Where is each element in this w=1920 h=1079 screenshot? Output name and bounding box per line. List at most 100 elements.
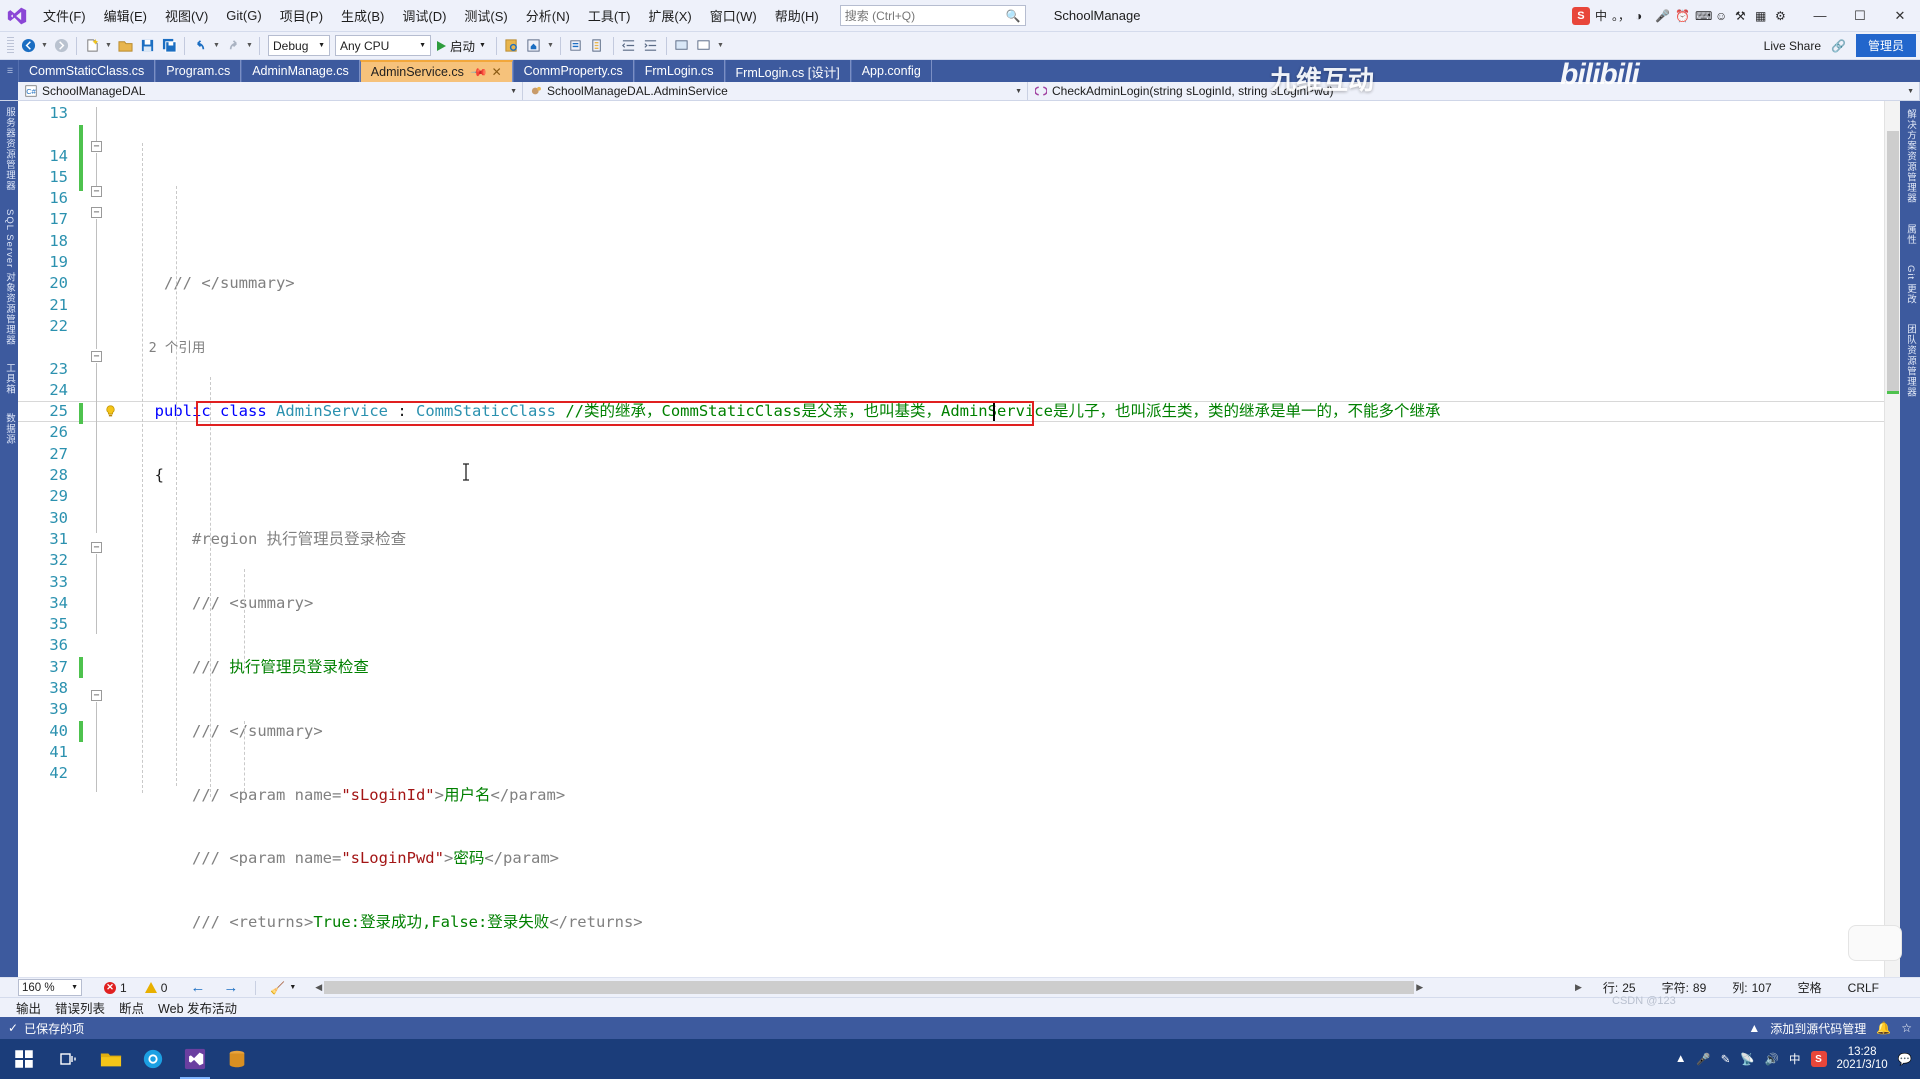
solution-explorer-icon[interactable] (565, 35, 587, 57)
tab-program[interactable]: Program.cs (155, 60, 242, 82)
outdent-icon[interactable] (618, 35, 640, 57)
undo-dropdown-icon[interactable]: ▼ (211, 42, 222, 49)
tab-frmlogin[interactable]: FrmLogin.cs (633, 60, 725, 82)
navigate-back-icon[interactable] (17, 35, 39, 57)
indentation-indicator[interactable]: 空格 (1785, 979, 1835, 996)
tab-commstaticclass[interactable]: CommStaticClass.cs (18, 60, 156, 82)
scrollbar-thumb[interactable] (1887, 131, 1899, 391)
live-share-icon[interactable]: 🔗 (1831, 39, 1846, 53)
panel-tab-web-publish[interactable]: Web 发布活动 (158, 998, 237, 1017)
pin-icon[interactable]: 📌 (469, 63, 488, 81)
task-view-button[interactable] (48, 1039, 90, 1079)
editor-horizontal-scrollbar[interactable]: ◀ ▶ (315, 981, 1423, 994)
ime-mode-label[interactable]: 中 (1595, 7, 1607, 24)
outlining-margin[interactable]: − − − − − − (86, 101, 108, 977)
navbar-member-select[interactable]: CheckAdminLogin(string sLoginId, string … (1028, 82, 1920, 100)
tray-pen-icon[interactable]: ✎ (1721, 1052, 1731, 1066)
start-debug-button[interactable]: 启动 ▼ (431, 36, 492, 55)
sqlserver-taskbar-button[interactable] (216, 1039, 258, 1079)
code-line-ref-2[interactable]: 1 个引用 (108, 976, 1900, 977)
visual-studio-taskbar-button[interactable] (174, 1039, 216, 1079)
menu-project[interactable]: 项目(P) (271, 0, 332, 31)
browser-button[interactable] (132, 1039, 174, 1079)
menu-window[interactable]: 窗口(W) (701, 0, 766, 31)
code-editor[interactable]: 13 14 15 16 17 18 19 20 21 22 23 24 25 2… (18, 101, 1900, 977)
menu-view[interactable]: 视图(V) (156, 0, 217, 31)
navigate-forward-icon[interactable] (50, 35, 72, 57)
solution-platform-select[interactable]: Any CPU ▼ (335, 35, 431, 56)
navigate-back-dropdown-icon[interactable]: ▼ (39, 42, 50, 49)
menu-edit[interactable]: 编辑(E) (95, 0, 156, 31)
code-surface[interactable]: 13 14 15 16 17 18 19 20 21 22 23 24 25 2… (18, 101, 1900, 977)
outline-collapse-method[interactable]: − (91, 351, 102, 362)
taskbar-clock[interactable]: 13:28 2021/3/10 (1837, 1046, 1888, 1072)
maximize-button[interactable]: ☐ (1840, 0, 1880, 31)
ime-grid-icon[interactable]: ▦ (1755, 9, 1770, 23)
ime-tool-icon[interactable]: ⚒ (1735, 9, 1750, 23)
menu-build[interactable]: 生成(B) (332, 0, 393, 31)
tray-mic-icon[interactable]: 🎤 (1696, 1052, 1710, 1066)
hscroll-thumb[interactable] (324, 981, 1415, 994)
tab-commproperty[interactable]: CommProperty.cs (512, 60, 634, 82)
source-control-arrow-icon[interactable]: ▲ (1748, 1021, 1760, 1035)
save-icon[interactable] (136, 35, 158, 57)
notifications-bell-icon[interactable]: 🔔 (1876, 1021, 1891, 1035)
undo-icon[interactable] (189, 35, 211, 57)
warning-count-indicator[interactable]: 0 (136, 981, 177, 995)
navbar-project-select[interactable]: C# SchoolManageDAL ▼ (18, 82, 523, 100)
file-explorer-button[interactable] (90, 1039, 132, 1079)
save-all-icon[interactable] (158, 35, 180, 57)
rail-git-changes[interactable]: Git 更改 (1903, 265, 1917, 305)
panel-tab-breakpoints[interactable]: 断点 (119, 998, 144, 1017)
manage-button[interactable]: 管理员 (1855, 34, 1916, 57)
tab-appconfig[interactable]: App.config (850, 60, 932, 82)
tab-adminmanage[interactable]: AdminManage.cs (241, 60, 360, 82)
panel-tab-output[interactable]: 输出 (16, 998, 41, 1017)
outline-collapse-summary[interactable]: − (91, 207, 102, 218)
ime-punct-label[interactable]: 。， (1612, 7, 1630, 24)
feedback-icon[interactable]: ☆ (1901, 1021, 1912, 1035)
notification-center-icon[interactable]: 💬 (1898, 1052, 1912, 1066)
rail-sql-object-explorer[interactable]: SQL Server 对象资源管理器 (2, 209, 16, 345)
preview-selected-items-icon[interactable] (501, 35, 523, 57)
zoom-level-select[interactable]: 160 % ▼ (18, 979, 82, 996)
start-menu-button[interactable] (0, 1039, 48, 1079)
tray-network-icon[interactable]: 📡 (1740, 1052, 1754, 1066)
ime-clock-icon[interactable]: ⏰ (1675, 9, 1690, 23)
menu-extensions[interactable]: 扩展(X) (639, 0, 700, 31)
tray-sogou-icon[interactable]: S (1810, 1051, 1827, 1067)
next-issue-button[interactable]: → (214, 979, 247, 996)
indent-icon[interactable] (640, 35, 662, 57)
tray-lang-icon[interactable]: 中 (1789, 1051, 1801, 1067)
solution-configuration-select[interactable]: Debug ▼ (268, 35, 330, 56)
redo-dropdown-icon[interactable]: ▼ (244, 42, 255, 49)
tray-expand-icon[interactable]: ▲ (1675, 1053, 1686, 1065)
live-share-label[interactable]: Live Share (1764, 39, 1821, 53)
menu-debug[interactable]: 调试(D) (393, 0, 455, 31)
ime-emoji-icon[interactable]: ☺ (1715, 9, 1730, 23)
status-overflow-icon[interactable]: ▶ (1575, 982, 1590, 993)
line-ending-indicator[interactable]: CRLF (1835, 981, 1892, 995)
menu-file[interactable]: 文件(F) (34, 0, 95, 31)
new-project-dropdown-icon[interactable]: ▼ (103, 42, 114, 49)
tab-frmlogin-designer[interactable]: FrmLogin.cs [设计] (724, 60, 851, 82)
rail-data-sources[interactable]: 数据源 (2, 413, 16, 445)
scroll-left-icon[interactable]: ◀ (315, 982, 322, 993)
close-icon[interactable]: ✕ (492, 65, 502, 79)
tray-volume-icon[interactable]: 🔊 (1765, 1052, 1779, 1066)
minimize-button[interactable]: — (1800, 0, 1840, 31)
add-to-source-control-label[interactable]: 添加到源代码管理 (1770, 1020, 1866, 1037)
prev-issue-button[interactable]: ← (176, 979, 214, 996)
panel-tab-error-list[interactable]: 错误列表 (55, 998, 105, 1017)
menu-analyze[interactable]: 分析(N) (517, 0, 579, 31)
ime-settings-icon[interactable]: ⚙ (1775, 9, 1790, 23)
toolbar-overflow-icon[interactable]: ▼ (715, 42, 726, 49)
error-count-indicator[interactable]: ✕ 1 (82, 981, 136, 995)
rail-team-explorer[interactable]: 团队资源管理器 (1903, 324, 1917, 398)
open-file-icon[interactable] (114, 35, 136, 57)
rail-server-explorer[interactable]: 服务器资源管理器 (2, 107, 16, 191)
rail-properties[interactable]: 属性 (1903, 224, 1917, 245)
code-line-ref-1[interactable]: 2 个引用 (108, 337, 1900, 358)
tab-adminservice[interactable]: AdminService.cs 📌 ✕ (359, 60, 513, 82)
close-button[interactable]: ✕ (1880, 0, 1920, 31)
